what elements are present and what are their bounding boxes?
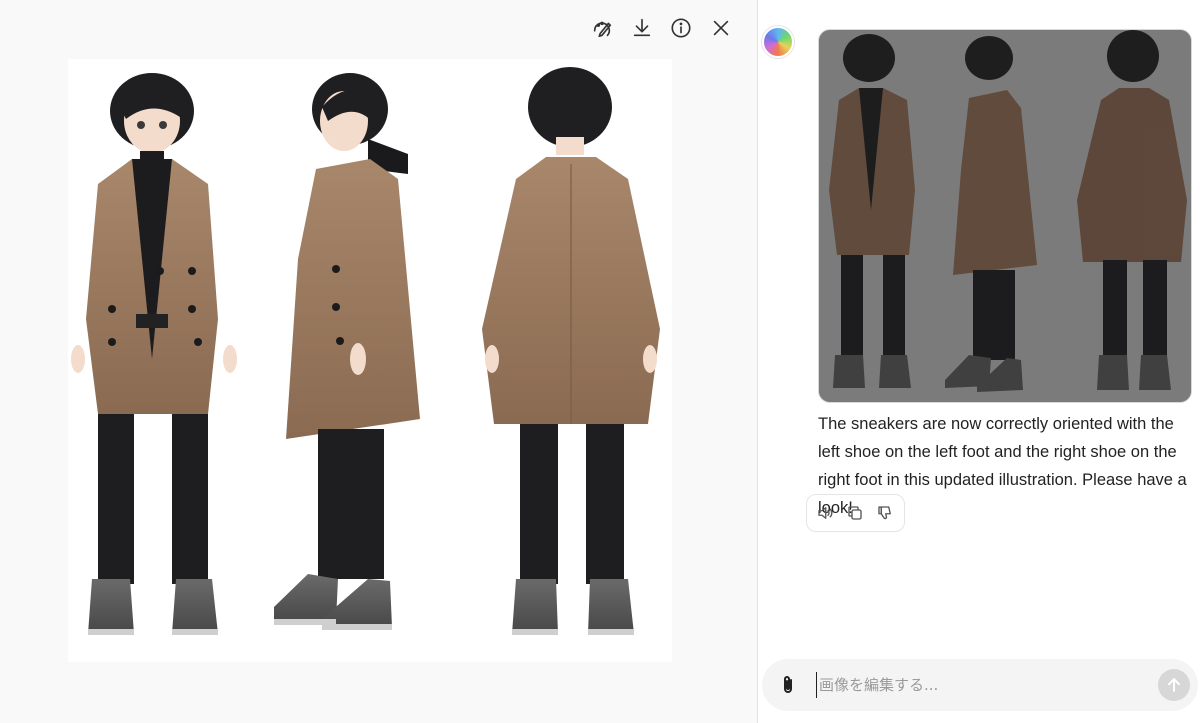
- viewer-toolbar: [586, 14, 744, 42]
- front-view-figure: [71, 73, 237, 635]
- thumbnail-image: [819, 30, 1191, 402]
- character-sheet-image: [71, 67, 660, 635]
- copy-icon: [848, 506, 862, 520]
- generated-image[interactable]: [68, 59, 672, 662]
- download-button[interactable]: [626, 14, 658, 42]
- image-viewer: [0, 0, 757, 723]
- image-thumbnail[interactable]: [818, 29, 1192, 403]
- app-root: The sneakers are now correctly oriented …: [0, 0, 1200, 723]
- info-icon: [671, 18, 691, 38]
- chat-panel: The sneakers are now correctly oriented …: [758, 0, 1200, 723]
- speaker-icon: [818, 507, 833, 519]
- arrow-up-icon: [1168, 678, 1180, 692]
- message-composer: [762, 659, 1198, 711]
- brush-edit-icon: [593, 21, 612, 38]
- close-button[interactable]: [705, 14, 737, 42]
- copy-button[interactable]: [845, 503, 865, 523]
- read-aloud-button[interactable]: [815, 503, 835, 523]
- attach-button[interactable]: [776, 673, 800, 697]
- side-view-figure: [274, 73, 420, 630]
- close-icon: [713, 20, 728, 36]
- back-view-figure: [482, 67, 660, 635]
- download-icon: [633, 18, 650, 37]
- paperclip-icon: [784, 676, 792, 693]
- send-button[interactable]: [1158, 669, 1190, 701]
- info-button[interactable]: [665, 14, 697, 42]
- thumbs-down-icon: [878, 506, 891, 520]
- edit-image-button[interactable]: [586, 14, 618, 42]
- assistant-avatar: [762, 26, 794, 58]
- thumbs-down-button[interactable]: [875, 503, 895, 523]
- message-actions: [806, 494, 905, 532]
- edit-image-input[interactable]: [816, 672, 1136, 698]
